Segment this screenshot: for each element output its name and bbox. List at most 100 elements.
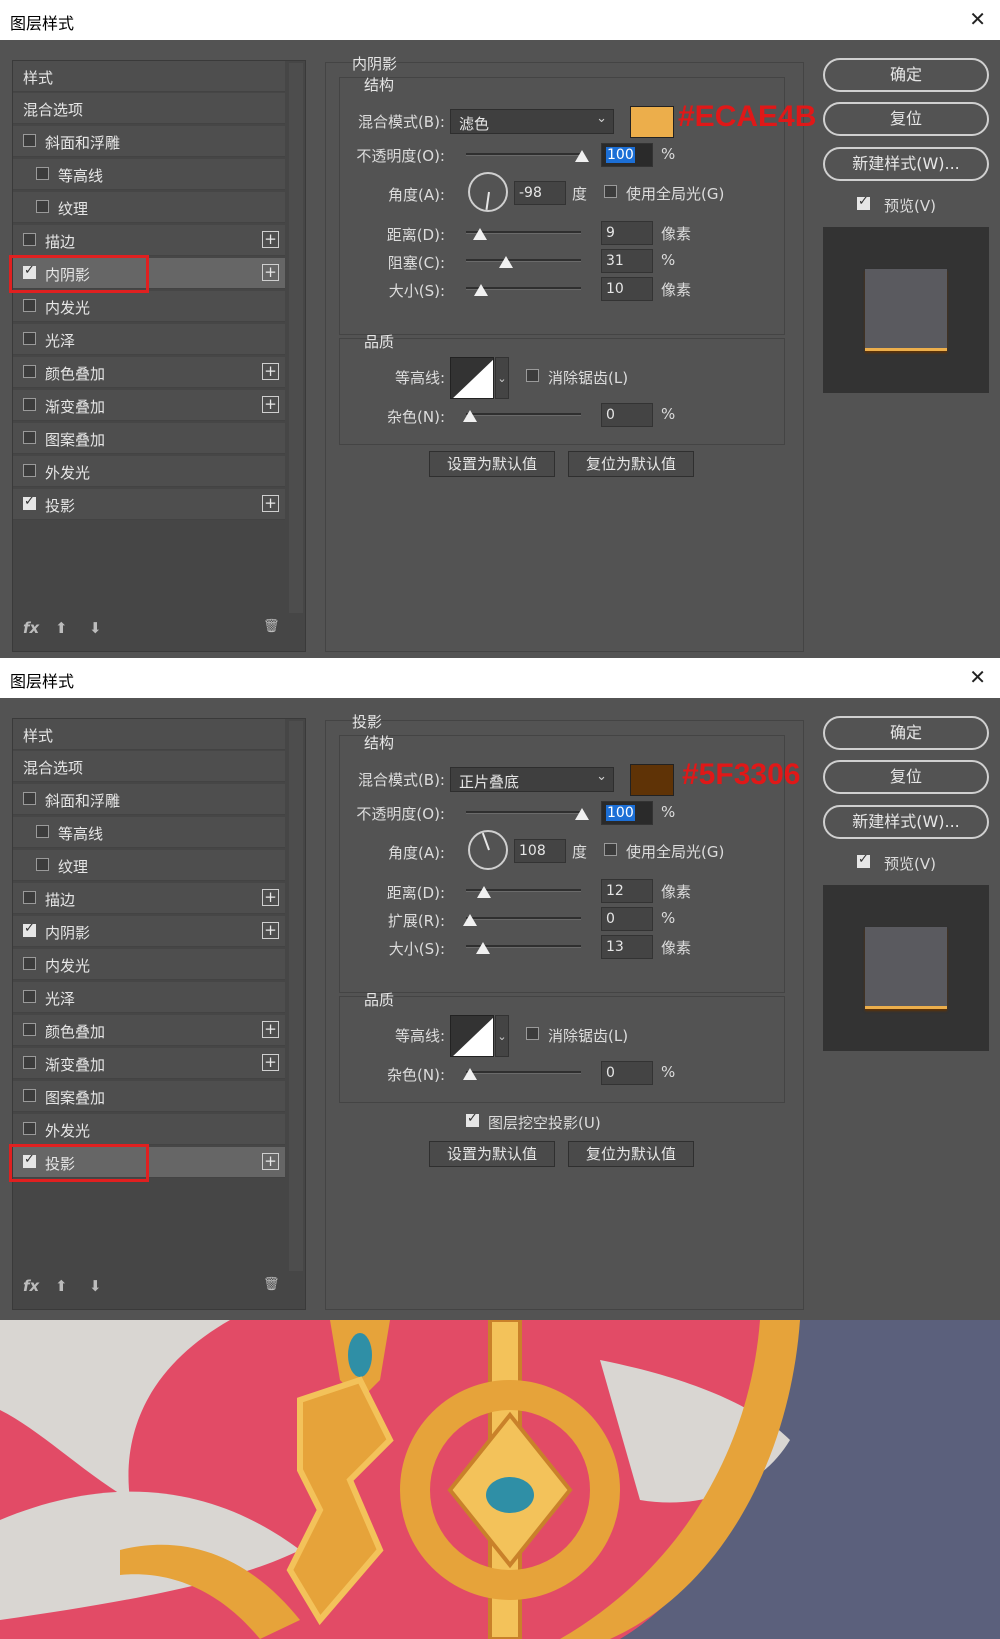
opacity-input[interactable]: 100: [601, 143, 653, 167]
make-default-button[interactable]: 设置为默认值: [429, 1141, 555, 1167]
size-input[interactable]: 13: [601, 935, 653, 959]
add-effect-button[interactable]: +: [262, 1021, 279, 1038]
new-style-button[interactable]: 新建样式(W)...: [823, 147, 989, 181]
checkbox[interactable]: [23, 891, 36, 904]
sidebar-item-inner-glow[interactable]: 内发光: [13, 291, 285, 322]
add-effect-button[interactable]: +: [262, 231, 279, 248]
checkbox[interactable]: [23, 921, 36, 937]
reset-default-button[interactable]: 复位为默认值: [568, 451, 694, 477]
global-light-checkbox[interactable]: [604, 843, 617, 856]
checkbox[interactable]: [23, 299, 36, 312]
sidebar-item-satin[interactable]: 光泽: [13, 324, 285, 355]
angle-dial[interactable]: [468, 172, 508, 212]
noise-slider[interactable]: [466, 1071, 581, 1074]
sidebar-scrollbar[interactable]: [289, 721, 303, 1271]
sidebar-item-blending-options[interactable]: 混合选项: [13, 93, 285, 124]
add-effect-button[interactable]: +: [262, 363, 279, 380]
choke-slider-thumb[interactable]: [499, 256, 513, 268]
new-style-button[interactable]: 新建样式(W)...: [823, 805, 989, 839]
chevron-down-icon[interactable]: ⌄: [495, 357, 509, 399]
ok-button[interactable]: 确定: [823, 58, 989, 92]
move-down-icon[interactable]: ⬇: [89, 619, 102, 637]
spread-input[interactable]: 0: [601, 907, 653, 931]
make-default-button[interactable]: 设置为默认值: [429, 451, 555, 477]
sidebar-item-stroke[interactable]: 描边 +: [13, 883, 285, 914]
sidebar-scrollbar[interactable]: [289, 63, 303, 613]
sidebar-item-bevel-emboss[interactable]: 斜面和浮雕: [13, 784, 285, 815]
color-swatch[interactable]: [630, 764, 674, 796]
sidebar-item-pattern-overlay[interactable]: 图案叠加: [13, 1081, 285, 1112]
distance-slider-thumb[interactable]: [477, 886, 491, 898]
sidebar-item-stroke[interactable]: 描边 +: [13, 225, 285, 256]
move-up-icon[interactable]: ⬆: [55, 1277, 68, 1295]
checkbox[interactable]: [23, 398, 36, 411]
noise-slider[interactable]: [466, 413, 581, 416]
reset-default-button[interactable]: 复位为默认值: [568, 1141, 694, 1167]
sidebar-item-bevel-emboss[interactable]: 斜面和浮雕: [13, 126, 285, 157]
opacity-slider-thumb[interactable]: [575, 150, 589, 162]
checkbox[interactable]: [36, 858, 49, 871]
spread-slider[interactable]: [466, 917, 581, 920]
preview-checkbox[interactable]: [857, 194, 870, 210]
checkbox[interactable]: [23, 365, 36, 378]
trash-icon[interactable]: 🗑: [263, 619, 280, 634]
sidebar-item-drop-shadow[interactable]: 投影 +: [13, 489, 285, 520]
sidebar-item-blending-options[interactable]: 混合选项: [13, 751, 285, 782]
sidebar-item-outer-glow[interactable]: 外发光: [13, 1114, 285, 1145]
anti-alias-checkbox[interactable]: [526, 369, 539, 382]
noise-slider-thumb[interactable]: [463, 1068, 477, 1080]
add-effect-button[interactable]: +: [262, 1054, 279, 1071]
choke-slider[interactable]: [466, 259, 581, 262]
anti-alias-checkbox[interactable]: [526, 1027, 539, 1040]
move-up-icon[interactable]: ⬆: [55, 619, 68, 637]
checkbox[interactable]: [36, 167, 49, 180]
angle-input[interactable]: -98: [514, 181, 566, 205]
angle-dial[interactable]: [468, 830, 508, 870]
sidebar-item-texture[interactable]: 纹理: [13, 850, 285, 881]
sidebar-item-outer-glow[interactable]: 外发光: [13, 456, 285, 487]
sidebar-item-styles[interactable]: 样式: [13, 61, 285, 92]
sidebar-item-satin[interactable]: 光泽: [13, 982, 285, 1013]
trash-icon[interactable]: 🗑: [263, 1277, 280, 1292]
knockout-checkbox[interactable]: [466, 1111, 479, 1127]
checkbox[interactable]: [36, 825, 49, 838]
sidebar-item-styles[interactable]: 样式: [13, 719, 285, 750]
close-icon[interactable]: ✕: [969, 665, 986, 689]
noise-input[interactable]: 0: [601, 403, 653, 427]
checkbox[interactable]: [23, 464, 36, 477]
fx-icon[interactable]: fx: [23, 619, 39, 637]
move-down-icon[interactable]: ⬇: [89, 1277, 102, 1295]
blend-mode-select[interactable]: 滤色 ⌄: [450, 109, 614, 134]
fx-icon[interactable]: fx: [23, 1277, 39, 1295]
checkbox[interactable]: [23, 1023, 36, 1036]
opacity-input[interactable]: 100: [601, 801, 653, 825]
sidebar-item-texture[interactable]: 纹理: [13, 192, 285, 223]
checkbox[interactable]: [36, 200, 49, 213]
contour-picker[interactable]: [450, 1015, 494, 1057]
sidebar-item-pattern-overlay[interactable]: 图案叠加: [13, 423, 285, 454]
contour-picker[interactable]: [450, 357, 494, 399]
sidebar-item-gradient-overlay[interactable]: 渐变叠加 +: [13, 1048, 285, 1079]
checkbox[interactable]: [23, 1122, 36, 1135]
blend-mode-select[interactable]: 正片叠底 ⌄: [450, 767, 614, 792]
add-effect-button[interactable]: +: [262, 264, 279, 281]
distance-input[interactable]: 12: [601, 879, 653, 903]
angle-input[interactable]: 108: [514, 839, 566, 863]
checkbox[interactable]: [23, 134, 36, 147]
distance-input[interactable]: 9: [601, 221, 653, 245]
noise-input[interactable]: 0: [601, 1061, 653, 1085]
sidebar-item-color-overlay[interactable]: 颜色叠加 +: [13, 357, 285, 388]
add-effect-button[interactable]: +: [262, 1153, 279, 1170]
sidebar-item-contour[interactable]: 等高线: [13, 817, 285, 848]
size-input[interactable]: 10: [601, 277, 653, 301]
add-effect-button[interactable]: +: [262, 396, 279, 413]
checkbox[interactable]: [23, 233, 36, 246]
noise-slider-thumb[interactable]: [463, 410, 477, 422]
checkbox[interactable]: [23, 1089, 36, 1102]
spread-slider-thumb[interactable]: [463, 914, 477, 926]
sidebar-item-color-overlay[interactable]: 颜色叠加 +: [13, 1015, 285, 1046]
add-effect-button[interactable]: +: [262, 922, 279, 939]
reset-button[interactable]: 复位: [823, 102, 989, 136]
size-slider-thumb[interactable]: [474, 284, 488, 296]
global-light-checkbox[interactable]: [604, 185, 617, 198]
